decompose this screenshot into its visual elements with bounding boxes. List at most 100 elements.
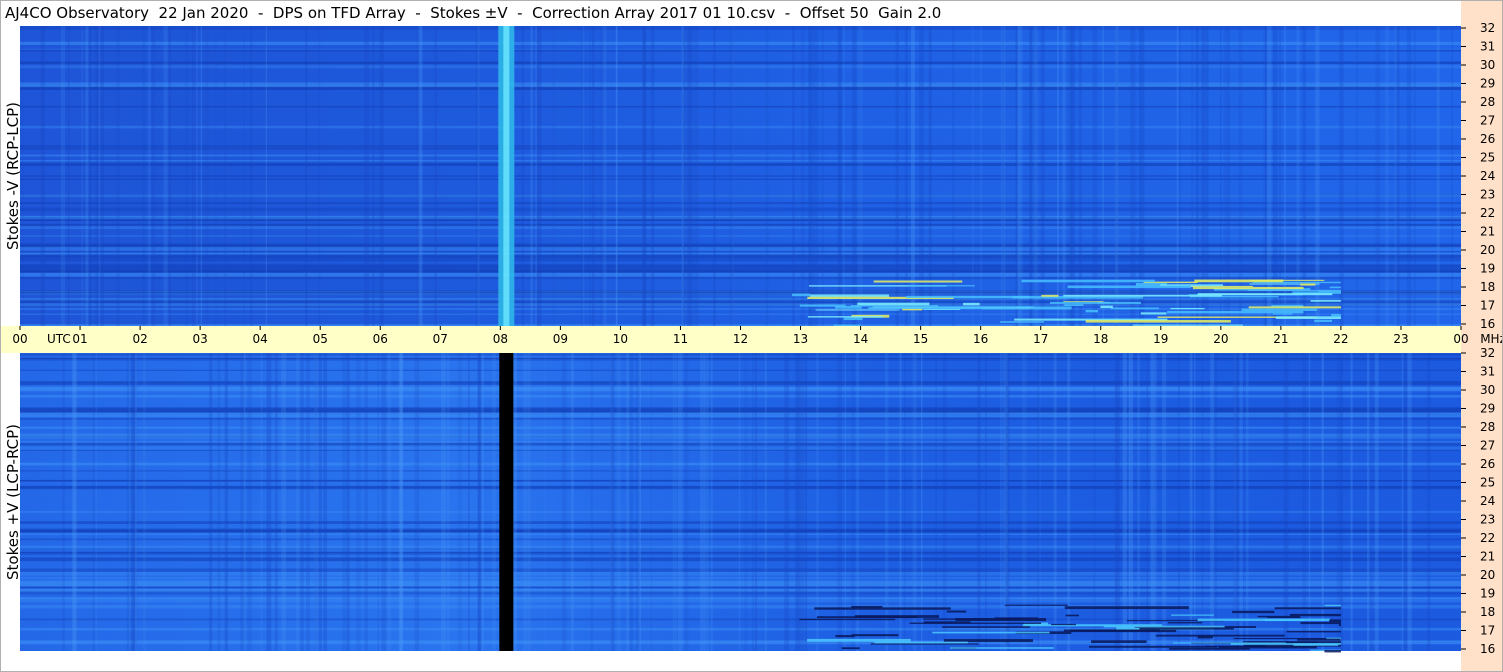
vertical-streak [381, 353, 387, 651]
vertical-streak [687, 353, 689, 651]
burst-streak [942, 626, 1030, 628]
vertical-streak [247, 353, 253, 651]
burst-streak [807, 316, 883, 318]
horizontal-streak [20, 580, 1461, 584]
burst-streak [857, 302, 930, 306]
burst-streak [1155, 634, 1285, 637]
burst-streak [1064, 606, 1189, 610]
burst-streak [1286, 630, 1341, 633]
vertical-streak [151, 26, 156, 326]
freq-tick-label: 29 [1480, 402, 1495, 416]
vertical-streak [72, 353, 76, 651]
burst-streak [1004, 604, 1068, 606]
vertical-streak [209, 353, 213, 651]
time-axis-bar [0, 326, 1461, 353]
vertical-streak [1037, 353, 1040, 651]
freq-tick-label: 28 [1480, 95, 1495, 109]
horizontal-streak [20, 268, 1461, 273]
horizontal-streak [20, 160, 1461, 162]
vertical-streak [88, 26, 92, 326]
vertical-streak [1017, 26, 1021, 326]
time-tick-label: 06 [373, 332, 388, 346]
vertical-streak [364, 26, 369, 326]
vertical-streak [414, 353, 420, 651]
vertical-streak [1356, 26, 1358, 326]
vertical-streak [582, 26, 585, 326]
vertical-streak [1176, 26, 1179, 326]
vertical-streak [217, 353, 221, 651]
time-tick-label: 05 [313, 332, 328, 346]
horizontal-streak [20, 61, 1461, 64]
vertical-streak [985, 353, 987, 651]
vertical-streak [323, 353, 328, 651]
vertical-streak [1233, 353, 1238, 651]
horizontal-streak [20, 353, 1461, 356]
vertical-streak [536, 26, 542, 326]
vertical-streak [858, 26, 863, 326]
horizontal-streak [20, 313, 1461, 315]
vertical-streak [1302, 26, 1307, 326]
vertical-streak [205, 26, 209, 326]
burst-streak [1000, 321, 1044, 323]
burst-streak [1041, 294, 1059, 297]
vertical-streak [729, 26, 734, 326]
burst-streak [851, 305, 939, 307]
horizontal-streak [20, 591, 1461, 595]
burst-streak [1067, 285, 1192, 289]
vertical-streak [1436, 26, 1440, 326]
vertical-streak [629, 353, 633, 651]
burst-streak [816, 616, 918, 619]
vertical-streak [1406, 26, 1412, 326]
burst-streak [1314, 319, 1332, 322]
vertical-streak [295, 353, 301, 651]
burst-streak [1172, 642, 1286, 644]
vertical-streak [1308, 353, 1311, 651]
vertical-streak [899, 353, 902, 651]
horizontal-streak [20, 248, 1461, 251]
vertical-streak [434, 26, 437, 326]
vertical-streak [650, 353, 653, 651]
vertical-streak [942, 353, 947, 651]
time-tick-label: 21 [1273, 332, 1288, 346]
burst-streak [1140, 312, 1167, 315]
vertical-streak [281, 353, 287, 651]
burst-streak [815, 309, 900, 311]
vertical-streak [192, 26, 195, 326]
vertical-streak [355, 353, 361, 651]
vertical-streak [1191, 26, 1194, 326]
vertical-streak [243, 26, 245, 326]
vertical-streak [615, 26, 618, 326]
vertical-streak [837, 353, 842, 651]
vertical-streak [704, 353, 709, 651]
freq-tick-label: 30 [1480, 383, 1495, 397]
burst-streak [835, 635, 855, 638]
horizontal-streak [20, 470, 1461, 472]
burst-streak [1167, 310, 1304, 314]
vertical-streak [784, 353, 790, 651]
horizontal-streak [20, 449, 1461, 451]
burst-streak [1110, 307, 1159, 310]
vertical-streak [852, 26, 857, 326]
vertical-streak [765, 26, 769, 326]
freq-tick-label: 31 [1480, 40, 1495, 54]
vertical-streak [592, 26, 595, 326]
time-tick-label: 10 [613, 332, 628, 346]
horizontal-streak [20, 163, 1461, 166]
vertical-streak [972, 26, 974, 326]
vertical-streak [795, 353, 800, 651]
vertical-streak [143, 353, 146, 651]
vertical-streak [688, 26, 694, 326]
burst-streak [1267, 616, 1301, 619]
freq-tick-label: 22 [1480, 206, 1495, 220]
vertical-streak [305, 26, 308, 326]
burst-streak [943, 639, 1033, 643]
vertical-streak [694, 26, 699, 326]
time-tick-label: 19 [1153, 332, 1168, 346]
horizontal-streak [20, 302, 1461, 307]
burst-streak [1274, 607, 1341, 610]
burst-streak [1289, 613, 1341, 617]
vertical-streak [1003, 353, 1008, 651]
freq-tick-label: 16 [1480, 317, 1495, 331]
horizontal-streak [20, 277, 1461, 280]
vertical-streak [185, 26, 189, 326]
